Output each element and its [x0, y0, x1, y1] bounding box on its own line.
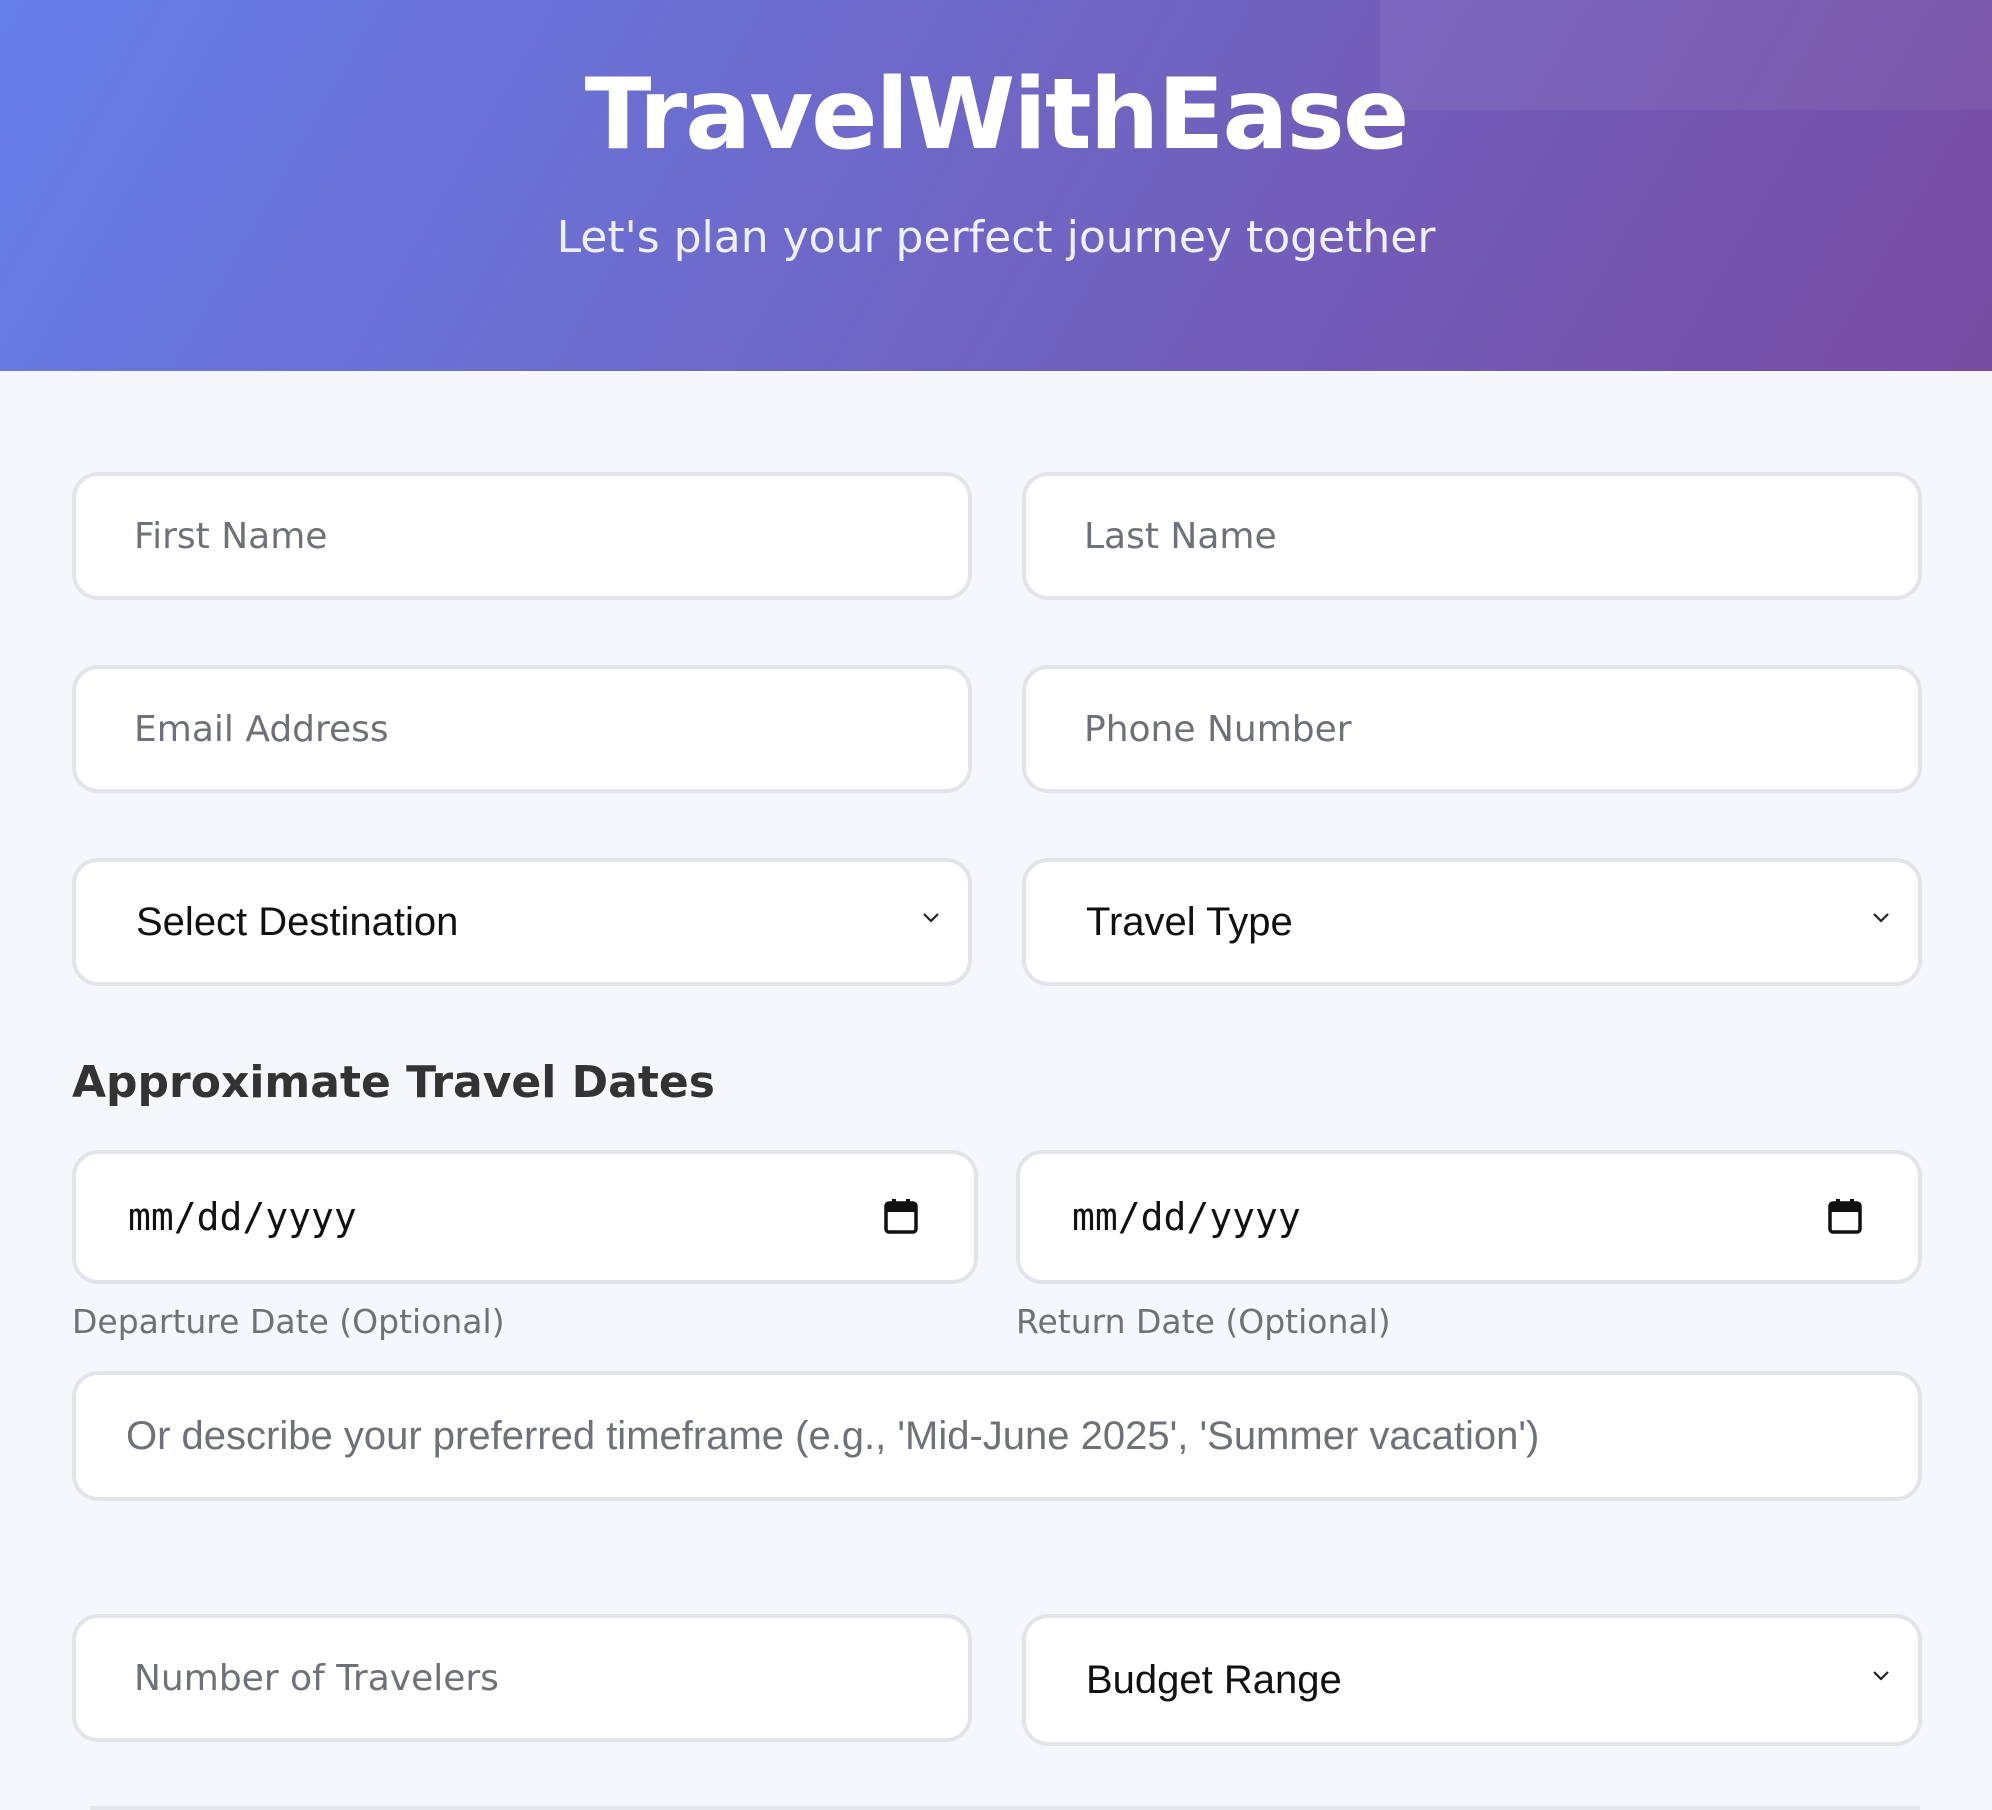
- calendar-icon[interactable]: [1828, 1198, 1862, 1234]
- chevron-down-icon: [1873, 913, 1889, 923]
- return-date-input[interactable]: mm/dd/yyyy: [1016, 1150, 1922, 1284]
- last-name-placeholder: Last Name: [1084, 515, 1277, 557]
- departure-date-input[interactable]: mm/dd/yyyy: [72, 1150, 978, 1284]
- return-date-value: mm/dd/yyyy: [1072, 1195, 1301, 1239]
- page-header: TravelWithEase Let's plan your perfect j…: [0, 0, 1992, 371]
- next-field-edge: [90, 1806, 1920, 1810]
- destination-selected-value: Select Destination: [136, 899, 459, 944]
- departure-date-value: mm/dd/yyyy: [128, 1195, 357, 1239]
- brand-tagline: Let's plan your perfect journey together: [556, 212, 1436, 263]
- first-name-placeholder: First Name: [134, 515, 328, 557]
- return-date-label: Return Date (Optional): [1016, 1302, 1391, 1341]
- timeframe-input[interactable]: Or describe your preferred timeframe (e.…: [72, 1371, 1922, 1501]
- chevron-down-icon: [923, 913, 939, 923]
- email-input[interactable]: Email Address: [72, 665, 972, 793]
- first-name-input[interactable]: First Name: [72, 472, 972, 600]
- travelers-input[interactable]: Number of Travelers: [72, 1614, 972, 1742]
- phone-placeholder: Phone Number: [1084, 708, 1352, 750]
- budget-select[interactable]: Budget Range: [1022, 1614, 1922, 1746]
- brand-title: TravelWithEase: [584, 58, 1410, 172]
- travelers-placeholder: Number of Travelers: [134, 1657, 499, 1699]
- chevron-down-icon: [1873, 1671, 1889, 1681]
- last-name-input[interactable]: Last Name: [1022, 472, 1922, 600]
- calendar-icon[interactable]: [884, 1198, 918, 1234]
- departure-date-label: Departure Date (Optional): [72, 1302, 505, 1341]
- phone-input[interactable]: Phone Number: [1022, 665, 1922, 793]
- travel-type-select[interactable]: Travel Type: [1022, 858, 1922, 986]
- timeframe-placeholder: Or describe your preferred timeframe (e.…: [126, 1413, 1540, 1458]
- travel-dates-heading: Approximate Travel Dates: [72, 1057, 715, 1108]
- destination-select[interactable]: Select Destination: [72, 858, 972, 986]
- email-placeholder: Email Address: [134, 708, 389, 750]
- budget-selected-value: Budget Range: [1086, 1657, 1342, 1702]
- travel-type-selected-value: Travel Type: [1086, 899, 1293, 944]
